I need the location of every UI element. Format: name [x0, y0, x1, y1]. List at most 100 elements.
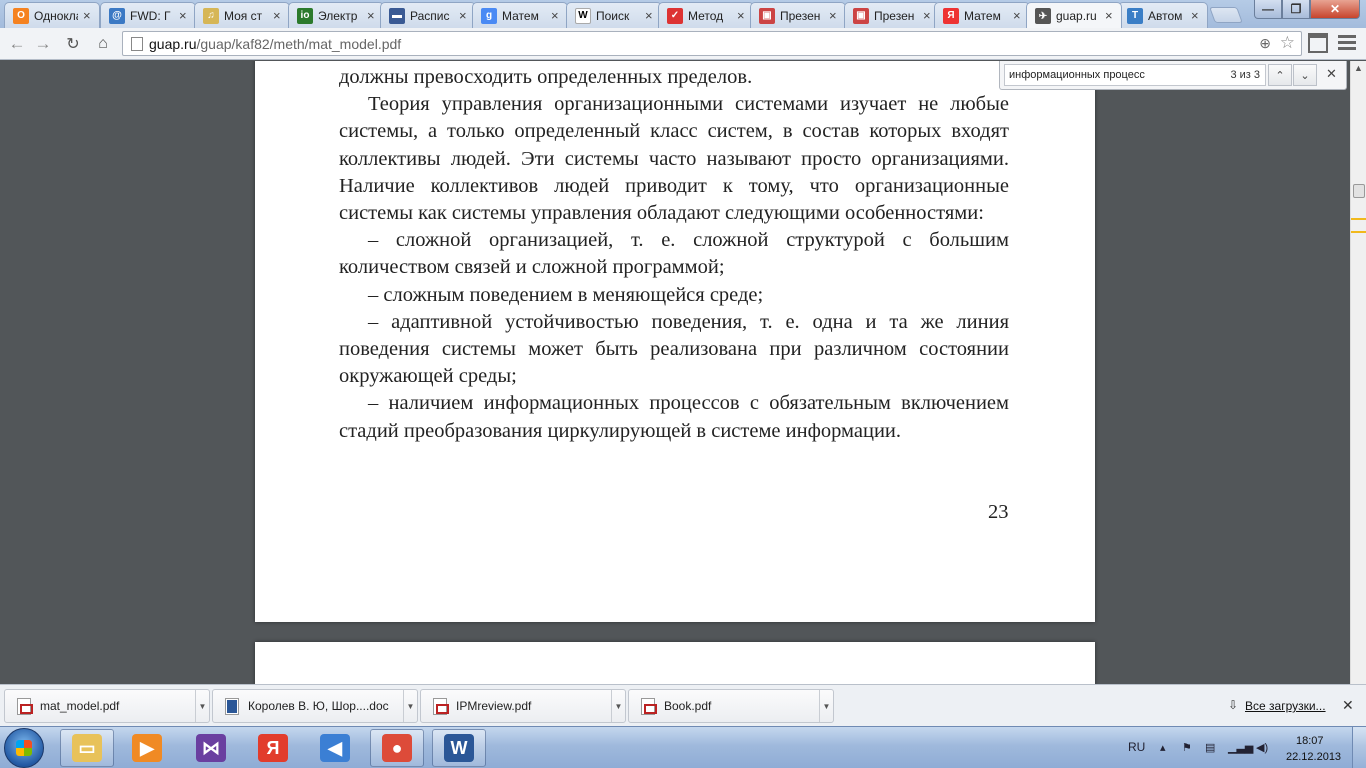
tab-label: Электр — [318, 8, 358, 23]
tab-3[interactable]: io Электр × — [288, 2, 384, 28]
find-next-button[interactable]: ⌄ — [1293, 64, 1317, 86]
address-bar[interactable]: guap.ru/guap/kaf82/meth/mat_model.pdf ⊕ … — [122, 31, 1302, 56]
close-download-shelf-icon[interactable]: ✕ — [1342, 697, 1354, 714]
search-match-marker — [1351, 231, 1366, 233]
back-button[interactable]: ← — [6, 33, 28, 55]
download-menu-dropdown[interactable]: ▼ — [403, 690, 417, 722]
bookmark-star-icon[interactable]: ☆ — [1280, 33, 1295, 53]
tab-12[interactable]: T Автом × — [1118, 2, 1208, 28]
tab-2[interactable]: ♫ Моя ст × — [194, 2, 290, 28]
presentation-icon: ▣ — [759, 7, 775, 24]
download-shelf: ⇩ Все загрузки... ✕ mat_model.pdf ▼ Короле… — [0, 684, 1366, 726]
download-menu-dropdown[interactable]: ▼ — [611, 690, 625, 722]
tab-close-icon[interactable]: × — [551, 9, 561, 22]
tab-label: Автом — [1148, 8, 1183, 23]
download-filename: Book.pdf — [664, 699, 712, 713]
tab-5[interactable]: g Матем × — [472, 2, 568, 28]
url-text[interactable]: guap.ru/guap/kaf82/meth/mat_model.pdf — [149, 36, 401, 52]
arrow-left-icon: ← — [8, 34, 26, 53]
taskbar-word[interactable]: W — [432, 729, 486, 767]
vertical-scrollbar[interactable]: ▲ — [1350, 61, 1366, 684]
reload-button[interactable]: ↻ — [62, 33, 84, 55]
tab-9[interactable]: ▣ Презен × — [844, 2, 940, 28]
taskbar-media-player[interactable]: ▶ — [120, 729, 174, 767]
download-filename: mat_model.pdf — [40, 699, 120, 713]
taskbar-chrome[interactable]: ● — [370, 729, 424, 767]
tab-close-icon[interactable]: × — [1191, 9, 1201, 22]
taskbar-yandex[interactable]: Я — [246, 729, 300, 767]
page-text: должны превосходить определенных предело… — [339, 64, 1009, 445]
tab-close-icon[interactable]: × — [645, 9, 655, 22]
home-icon: ⌂ — [98, 35, 108, 52]
taskbar-explorer[interactable]: ▭ — [60, 729, 114, 767]
language-indicator[interactable]: RU — [1128, 740, 1145, 754]
tab-11[interactable]: ✈ guap.ru × — [1026, 2, 1122, 28]
google-icon: g — [481, 7, 497, 24]
maximize-button[interactable]: ❐ — [1282, 0, 1310, 19]
document-paragraph: Теория управления организационными систе… — [339, 93, 1009, 225]
tab-6[interactable]: W Поиск × — [566, 2, 662, 28]
document-paragraph: должны превосходить определенных предело… — [339, 66, 753, 88]
scroll-thumb[interactable] — [1353, 184, 1365, 198]
find-previous-button[interactable]: ⌃ — [1268, 64, 1292, 86]
tab-close-icon[interactable]: × — [273, 9, 283, 22]
download-menu-dropdown[interactable]: ▼ — [195, 690, 209, 722]
tab-7[interactable]: ✓ Метод × — [658, 2, 754, 28]
scroll-up-icon[interactable]: ▲ — [1354, 63, 1363, 73]
pdf-page-next — [255, 642, 1095, 684]
tab-8[interactable]: ▣ Презен × — [750, 2, 846, 28]
find-input[interactable]: информационных процесс 3 из 3 — [1004, 64, 1266, 86]
window-icon[interactable] — [1308, 33, 1328, 53]
find-close-icon[interactable]: ✕ — [1326, 66, 1337, 82]
document-paragraph: – наличием информационных процессов с об… — [339, 392, 1009, 442]
minimize-button[interactable]: — — [1254, 0, 1282, 19]
tab-label: Метод — [688, 8, 724, 23]
home-button[interactable]: ⌂ — [92, 33, 114, 55]
forward-button[interactable]: → — [32, 33, 54, 55]
download-menu-dropdown[interactable]: ▼ — [819, 690, 833, 722]
network-signal-icon[interactable]: ▁▃▅ — [1228, 741, 1253, 754]
taskbar-visual-studio[interactable]: ⋈ — [184, 729, 238, 767]
start-button[interactable] — [4, 728, 44, 768]
tab-1[interactable]: @ FWD: Г × — [100, 2, 196, 28]
download-item[interactable]: Book.pdf ▼ — [628, 689, 834, 723]
show-desktop-button[interactable] — [1352, 727, 1366, 768]
taskbar-volume[interactable]: ◀ — [308, 729, 362, 767]
tab-close-icon[interactable]: × — [179, 9, 189, 22]
download-item[interactable]: IPMreview.pdf ▼ — [420, 689, 626, 723]
guap-icon: ✈ — [1035, 8, 1051, 24]
tab-close-icon[interactable]: × — [367, 9, 377, 22]
tab-label: Презен — [780, 8, 821, 23]
close-window-button[interactable]: ✕ — [1310, 0, 1360, 19]
tab-close-icon[interactable]: × — [737, 9, 747, 22]
tab-10[interactable]: Я Матем × — [934, 2, 1030, 28]
tab-close-icon[interactable]: × — [829, 9, 839, 22]
all-downloads-link[interactable]: Все загрузки... — [1245, 699, 1326, 713]
clock-date[interactable]: 22.12.2013 — [1286, 751, 1341, 763]
new-tab-button[interactable] — [1209, 7, 1243, 23]
download-item[interactable]: Королев В. Ю, Шор....doc ▼ — [212, 689, 418, 723]
tray-expand-icon[interactable]: ▴ — [1160, 741, 1172, 754]
tab-close-icon[interactable]: × — [83, 9, 93, 22]
volume-icon[interactable]: ◀) — [1256, 741, 1268, 754]
device-icon[interactable]: ▤ — [1205, 741, 1217, 754]
zoom-icon[interactable]: ⊕ — [1259, 35, 1271, 52]
clock-time[interactable]: 18:07 — [1296, 735, 1324, 747]
wikipedia-icon: W — [575, 7, 591, 24]
menu-icon[interactable] — [1338, 35, 1356, 53]
find-bar: информационных процесс 3 из 3 ⌃ ⌄ ✕ — [999, 61, 1347, 90]
reload-icon: ↻ — [66, 36, 80, 53]
tab-close-icon[interactable]: × — [1013, 9, 1023, 22]
action-center-flag-icon[interactable]: ⚑ — [1182, 741, 1194, 754]
tab-close-icon[interactable]: × — [923, 9, 933, 22]
tab-0[interactable]: О Одноклассники × — [4, 2, 100, 28]
yandex-icon: Я — [943, 7, 959, 24]
tab-close-icon[interactable]: × — [1105, 9, 1115, 22]
tab-4[interactable]: ▬ Распис × — [380, 2, 476, 28]
document-paragraph: – сложным поведением в меняющейся среде; — [368, 283, 764, 306]
download-item[interactable]: mat_model.pdf ▼ — [4, 689, 210, 723]
download-filename: IPMreview.pdf — [456, 699, 532, 713]
tab-close-icon[interactable]: × — [459, 9, 469, 22]
tab-label: Матем — [964, 8, 1001, 23]
page-icon — [131, 36, 143, 51]
